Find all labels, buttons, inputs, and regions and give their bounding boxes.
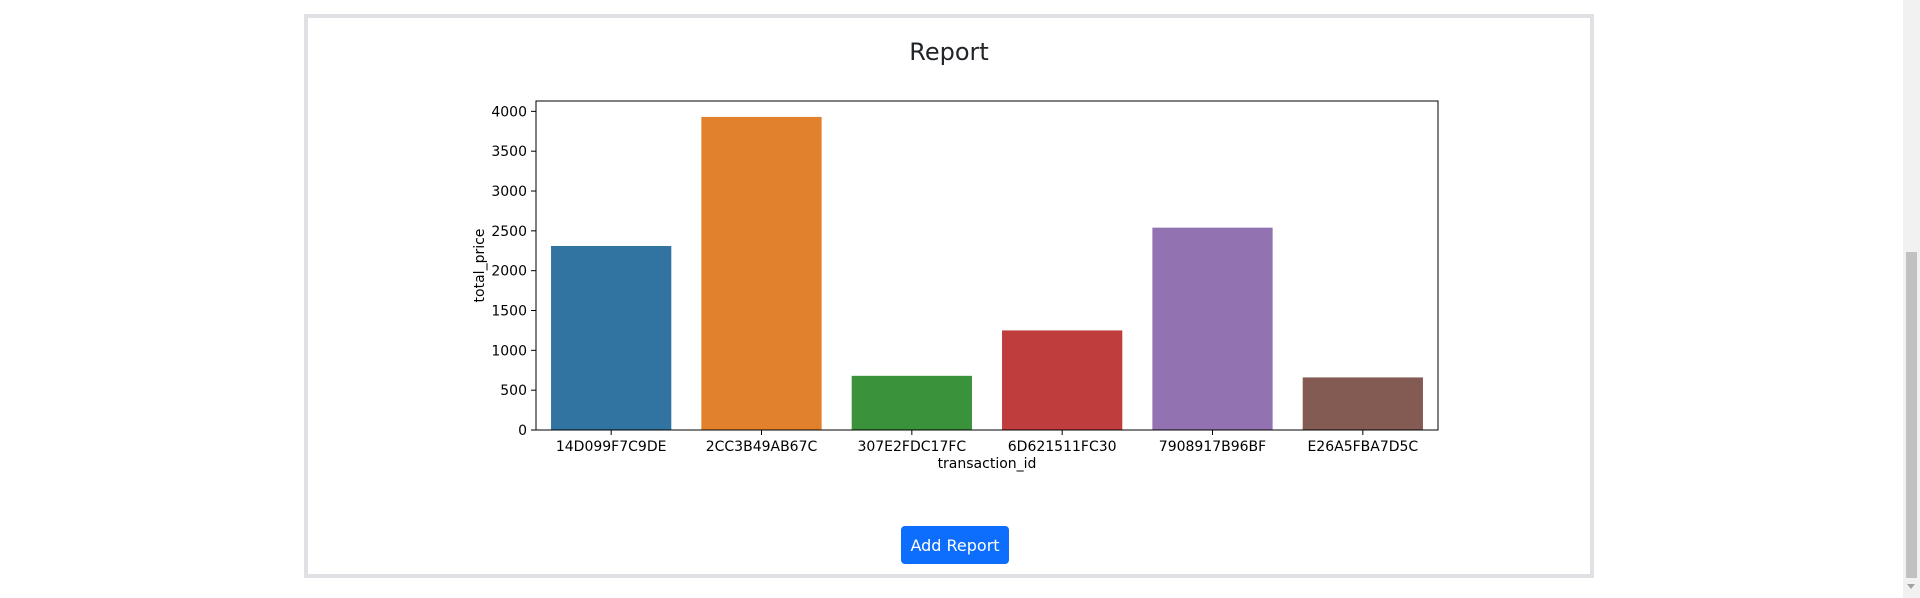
x-tick-label: 307E2FDC17FC xyxy=(857,439,966,455)
vertical-scrollbar[interactable] xyxy=(1903,0,1920,598)
x-axis-label: transaction_id xyxy=(938,456,1037,472)
bar-chart: 0 500 1000 1500 2000 2500 3000 3500 4000 14D099F… xyxy=(472,100,1439,472)
x-axis-ticks: 14D099F7C9DE 2CC3B49AB67C 307E2FDC17FC 6D62… xyxy=(556,430,1418,455)
bar-6D621511FC30 xyxy=(1002,330,1123,430)
bar-7908917B96BF xyxy=(1152,227,1273,430)
y-axis-ticks: 0 500 1000 1500 2000 2500 3000 3500 4000 xyxy=(491,104,536,439)
y-tick-label: 0 xyxy=(518,423,527,439)
bar-2CC3B49AB67C xyxy=(701,116,822,431)
scroll-down-arrow-icon[interactable] xyxy=(1907,584,1915,589)
y-tick-label: 2000 xyxy=(491,264,527,280)
bar-307E2FDC17FC xyxy=(851,375,972,430)
x-tick-label: 2CC3B49AB67C xyxy=(706,439,818,455)
y-tick-label: 3000 xyxy=(491,184,527,200)
bar-series xyxy=(551,116,1423,431)
y-tick-label: 1000 xyxy=(491,343,527,359)
add-report-button[interactable]: Add Report xyxy=(901,526,1009,564)
bar-E26A5FBA7D5C xyxy=(1302,377,1423,430)
scrollbar-thumb[interactable] xyxy=(1906,252,1917,578)
report-card: Report 0 500 1000 1500 2000 2500 3000 3500 4000 … xyxy=(304,14,1594,578)
bar-14D099F7C9DE xyxy=(551,245,672,430)
x-tick-label: E26A5FBA7D5C xyxy=(1307,439,1418,455)
y-tick-label: 3500 xyxy=(491,144,527,160)
y-tick-label: 2500 xyxy=(491,224,527,240)
x-tick-label: 6D621511FC30 xyxy=(1008,439,1117,455)
y-tick-label: 4000 xyxy=(491,104,527,120)
x-tick-label: 7908917B96BF xyxy=(1159,439,1266,455)
y-tick-label: 1500 xyxy=(491,304,527,320)
y-axis-label: total_price xyxy=(472,229,488,303)
page: Report 0 500 1000 1500 2000 2500 3000 3500 4000 … xyxy=(0,0,1920,598)
y-tick-label: 500 xyxy=(500,383,527,399)
x-tick-label: 14D099F7C9DE xyxy=(556,439,667,455)
